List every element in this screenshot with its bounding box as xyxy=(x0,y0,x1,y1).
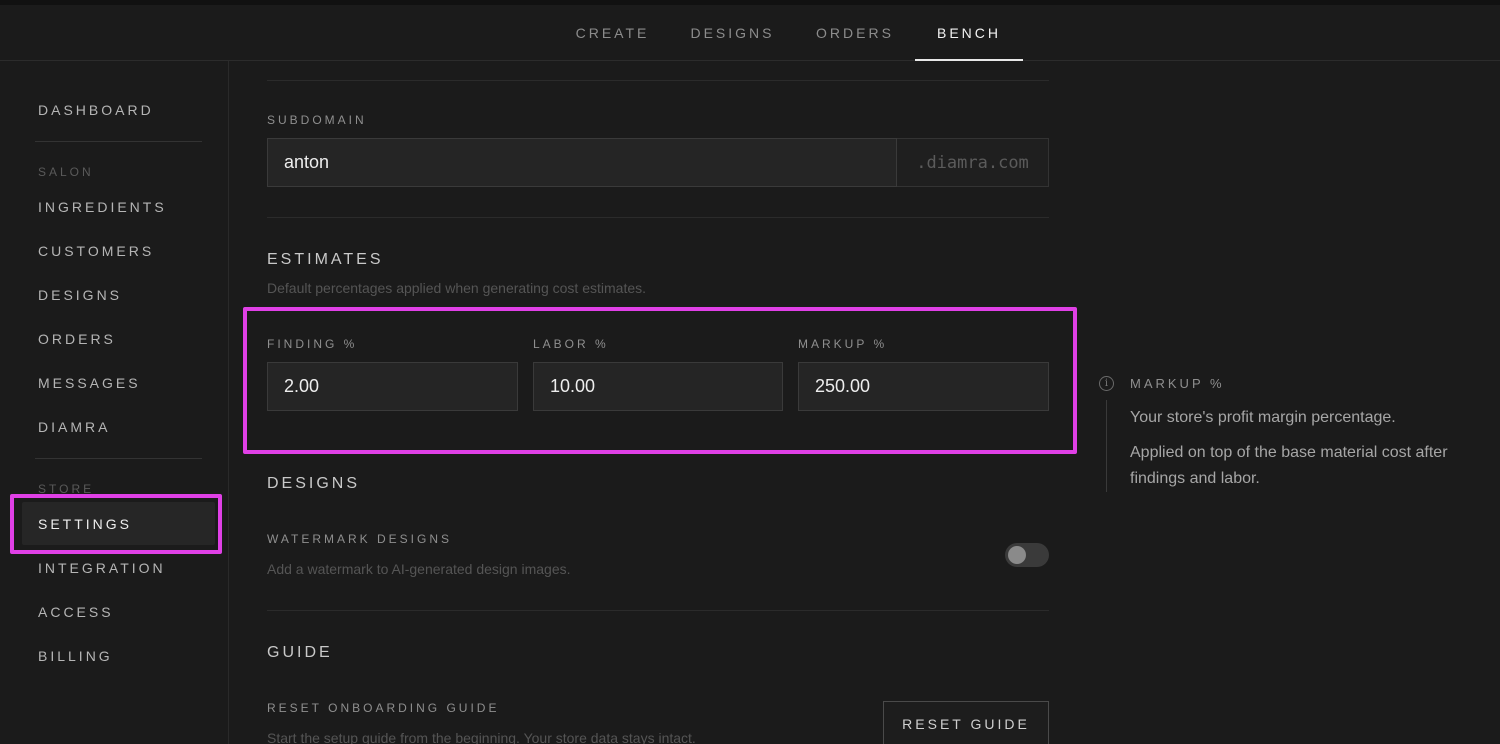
designs-title: DESIGNS xyxy=(267,475,361,492)
subdomain-label: SUBDOMAIN xyxy=(267,113,367,127)
info-line-2: Applied on top of the base material cost… xyxy=(1130,444,1448,487)
sidebar-item-messages[interactable]: MESSAGES xyxy=(38,375,141,391)
toggle-knob xyxy=(1008,546,1026,564)
tab-designs[interactable]: DESIGNS xyxy=(670,5,795,61)
tab-bench[interactable]: BENCH xyxy=(915,5,1023,61)
top-nav: CREATE DESIGNS ORDERS BENCH xyxy=(555,5,1023,61)
sidebar-item-billing[interactable]: BILLING xyxy=(38,648,113,664)
watermark-label: WATERMARK DESIGNS xyxy=(267,532,453,546)
subdomain-input[interactable]: anton xyxy=(267,138,897,187)
sidebar-item-diamra[interactable]: DIAMRA xyxy=(38,419,110,435)
sidebar-item-customers[interactable]: CUSTOMERS xyxy=(38,243,154,259)
sidebar-item-ingredients[interactable]: INGREDIENTS xyxy=(38,199,167,215)
reset-guide-description: Start the setup guide from the beginning… xyxy=(267,730,696,744)
divider xyxy=(267,80,1049,81)
watermark-description: Add a watermark to AI-generated design i… xyxy=(267,561,571,577)
info-rule xyxy=(1106,400,1107,492)
divider xyxy=(267,610,1049,611)
divider xyxy=(267,217,1049,218)
sidebar-item-access[interactable]: ACCESS xyxy=(38,604,114,620)
guide-title: GUIDE xyxy=(267,644,333,661)
sidebar-divider xyxy=(35,141,202,142)
sidebar-item-orders[interactable]: ORDERS xyxy=(38,331,116,347)
watermark-toggle[interactable] xyxy=(1005,543,1049,567)
sidebar-section-salon: SALON xyxy=(38,165,94,179)
settings-highlight-box xyxy=(10,494,222,554)
sidebar-divider xyxy=(35,458,202,459)
sidebar-item-designs[interactable]: DESIGNS xyxy=(38,287,122,303)
sidebar: DASHBOARD SALON INGREDIENTS CUSTOMERS DE… xyxy=(0,61,229,744)
reset-guide-button[interactable]: RESET GUIDE xyxy=(883,701,1049,744)
estimates-title: ESTIMATES xyxy=(267,251,384,268)
estimates-description: Default percentages applied when generat… xyxy=(267,280,647,296)
reset-guide-label: RESET ONBOARDING GUIDE xyxy=(267,701,500,715)
info-icon: i xyxy=(1099,376,1114,391)
sidebar-item-integration[interactable]: INTEGRATION xyxy=(38,560,166,576)
tab-orders[interactable]: ORDERS xyxy=(795,5,915,61)
top-bar: CREATE DESIGNS ORDERS BENCH xyxy=(0,0,1500,61)
info-title: MARKUP % xyxy=(1130,376,1225,391)
subdomain-suffix: .diamra.com xyxy=(897,138,1049,187)
sidebar-item-dashboard[interactable]: DASHBOARD xyxy=(38,102,154,118)
tab-create[interactable]: CREATE xyxy=(555,5,670,61)
info-line-1: Your store's profit margin percentage. xyxy=(1130,409,1396,426)
estimates-highlight-box xyxy=(243,307,1077,454)
